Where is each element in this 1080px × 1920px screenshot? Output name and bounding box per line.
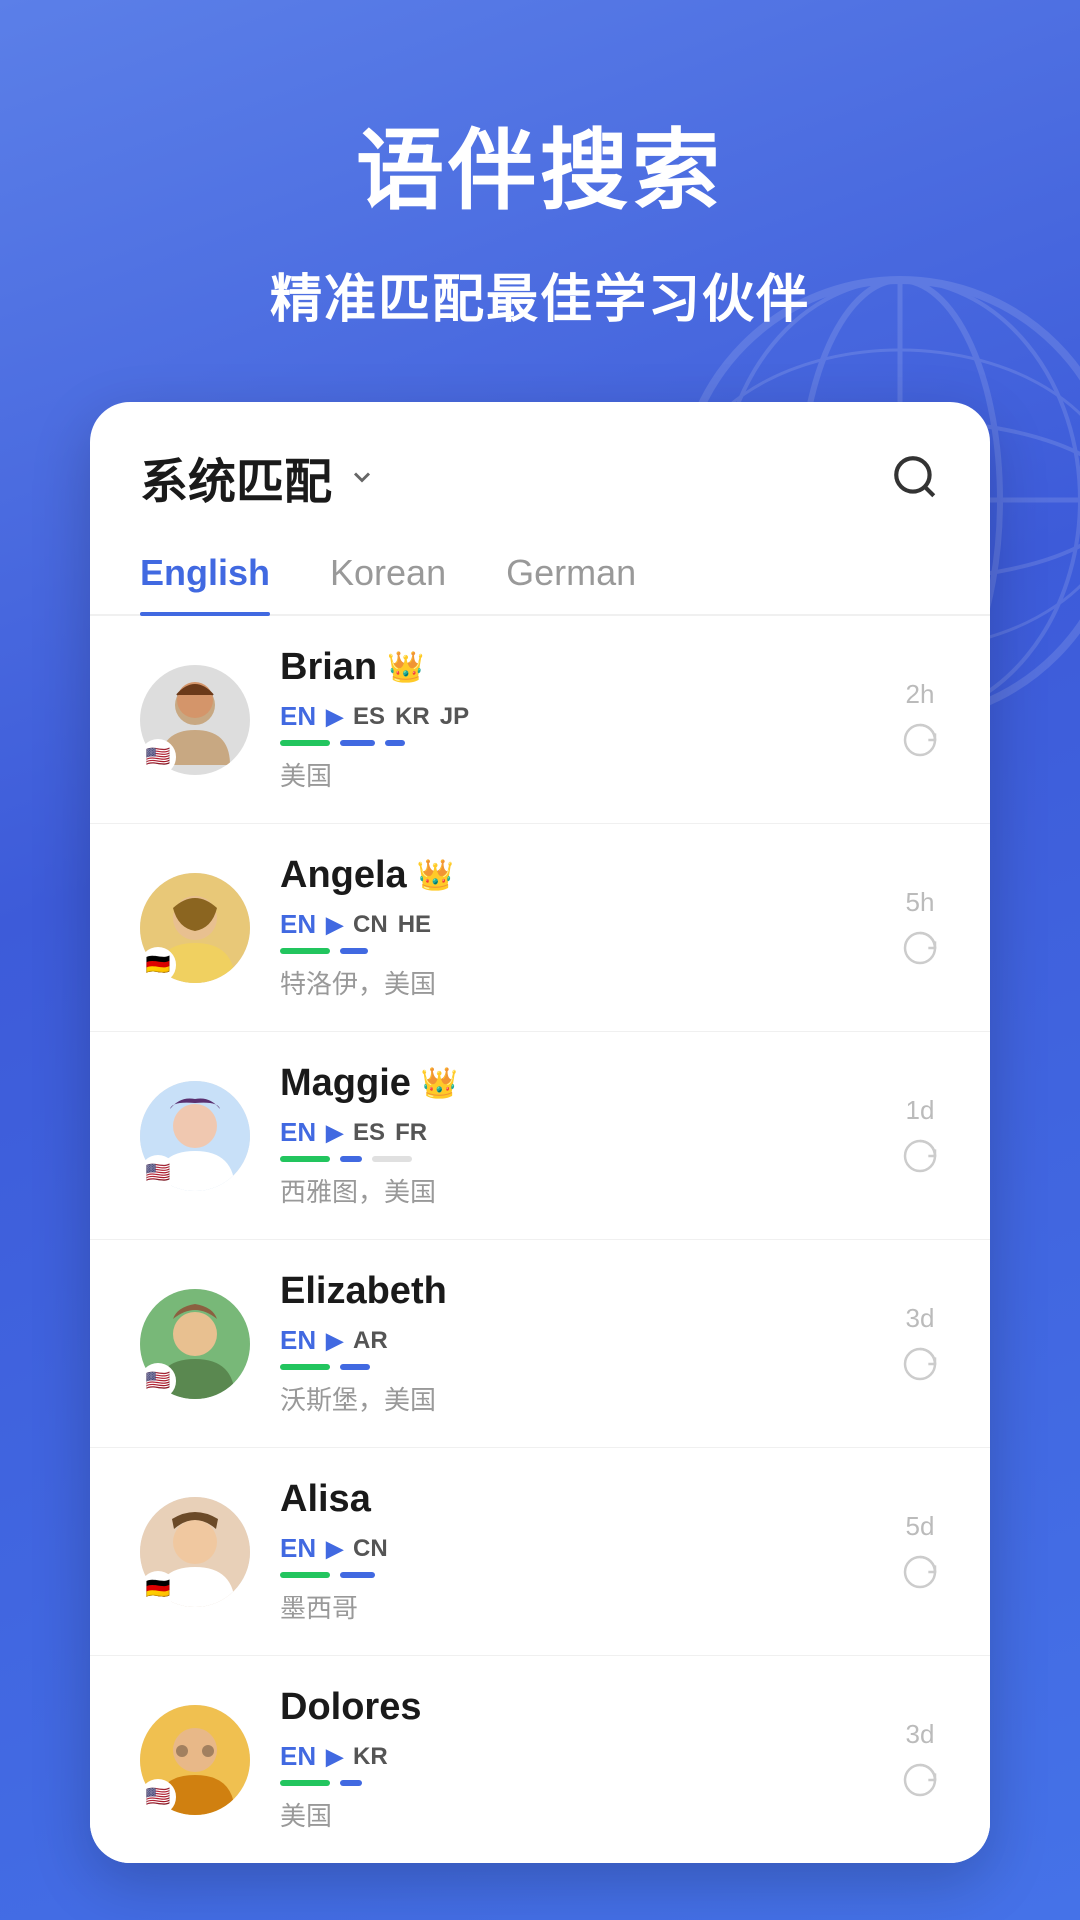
list-item[interactable]: 🇩🇪 Alisa EN ▶CN 墨西哥 5d [90,1448,990,1656]
avatar-container: 🇺🇸 [140,665,250,775]
user-name: Angela [280,854,407,897]
crown-icon: 👑 [417,858,454,893]
user-location: 特洛伊，美国 [280,964,870,1001]
time-ago: 3d [906,1303,935,1334]
time-ago: 3d [906,1719,935,1750]
user-name-row: Brian 👑 [280,646,870,689]
tab-german[interactable]: German [506,552,636,614]
avatar-container: 🇩🇪 [140,873,250,983]
user-name-row: Maggie 👑 [280,1062,870,1105]
user-name-row: Elizabeth [280,1270,870,1313]
user-location: 西雅图，美国 [280,1172,870,1209]
list-item[interactable]: 🇺🇸 Brian 👑 EN ▶ESKRJP 美国 2h [90,616,990,824]
list-item[interactable]: 🇺🇸 Maggie 👑 EN ▶ESFR 西雅图，美国 1d [90,1032,990,1240]
page-title: 语伴搜索 [356,100,724,227]
user-name-row: Angela 👑 [280,854,870,897]
avatar-container: 🇺🇸 [140,1289,250,1399]
refresh-icon[interactable] [900,928,940,968]
crown-icon: 👑 [387,650,424,685]
refresh-icon[interactable] [900,1552,940,1592]
user-list: 🇺🇸 Brian 👑 EN ▶ESKRJP 美国 2h [90,616,990,1863]
filter-label: 系统匹配 [140,442,332,512]
avatar-container: 🇺🇸 [140,1081,250,1191]
right-meta: 5h [900,887,940,968]
user-info: Alisa EN ▶CN 墨西哥 [280,1478,870,1625]
tab-bar: English Korean German [90,532,990,616]
right-meta: 3d [900,1719,940,1800]
refresh-icon[interactable] [900,1136,940,1176]
user-name-row: Dolores [280,1686,870,1729]
time-ago: 5h [906,887,935,918]
right-meta: 5d [900,1511,940,1592]
filter-dropdown[interactable]: 系统匹配 [140,442,376,512]
time-ago: 1d [906,1095,935,1126]
user-location: 墨西哥 [280,1588,870,1625]
refresh-icon[interactable] [900,1344,940,1384]
user-info: Maggie 👑 EN ▶ESFR 西雅图，美国 [280,1062,870,1209]
page-subtitle: 精准匹配最佳学习伙伴 [270,257,810,332]
right-meta: 3d [900,1303,940,1384]
user-name: Dolores [280,1686,421,1729]
flag-badge: 🇺🇸 [140,1779,176,1815]
refresh-icon[interactable] [900,720,940,760]
time-ago: 5d [906,1511,935,1542]
search-icon[interactable] [890,452,940,502]
card-header: 系统匹配 [90,402,990,512]
chevron-down-icon [348,463,376,491]
user-name: Brian [280,646,377,689]
flag-badge: 🇺🇸 [140,1155,176,1191]
flag-badge: 🇩🇪 [140,1571,176,1607]
flag-badge: 🇺🇸 [140,739,176,775]
user-name: Maggie [280,1062,411,1105]
user-location: 美国 [280,756,870,793]
list-item[interactable]: 🇺🇸 Dolores EN ▶KR 美国 3d [90,1656,990,1863]
tab-korean[interactable]: Korean [330,552,446,614]
refresh-icon[interactable] [900,1760,940,1800]
user-location: 美国 [280,1796,870,1833]
user-name-row: Alisa [280,1478,870,1521]
avatar-container: 🇺🇸 [140,1705,250,1815]
user-location: 沃斯堡，美国 [280,1380,870,1417]
list-item[interactable]: 🇩🇪 Angela 👑 EN ▶CNHE 特洛伊，美国 5h [90,824,990,1032]
user-info: Dolores EN ▶KR 美国 [280,1686,870,1833]
time-ago: 2h [906,679,935,710]
user-name: Alisa [280,1478,371,1521]
right-meta: 2h [900,679,940,760]
flag-badge: 🇺🇸 [140,1363,176,1399]
flag-badge: 🇩🇪 [140,947,176,983]
user-info: Angela 👑 EN ▶CNHE 特洛伊，美国 [280,854,870,1001]
crown-icon: 👑 [421,1066,458,1101]
user-info: Brian 👑 EN ▶ESKRJP 美国 [280,646,870,793]
user-info: Elizabeth EN ▶AR 沃斯堡，美国 [280,1270,870,1417]
tab-english[interactable]: English [140,552,270,614]
right-meta: 1d [900,1095,940,1176]
avatar-container: 🇩🇪 [140,1497,250,1607]
user-name: Elizabeth [280,1270,447,1313]
main-card: 系统匹配 English Korean German [90,402,990,1863]
list-item[interactable]: 🇺🇸 Elizabeth EN ▶AR 沃斯堡，美国 3d [90,1240,990,1448]
